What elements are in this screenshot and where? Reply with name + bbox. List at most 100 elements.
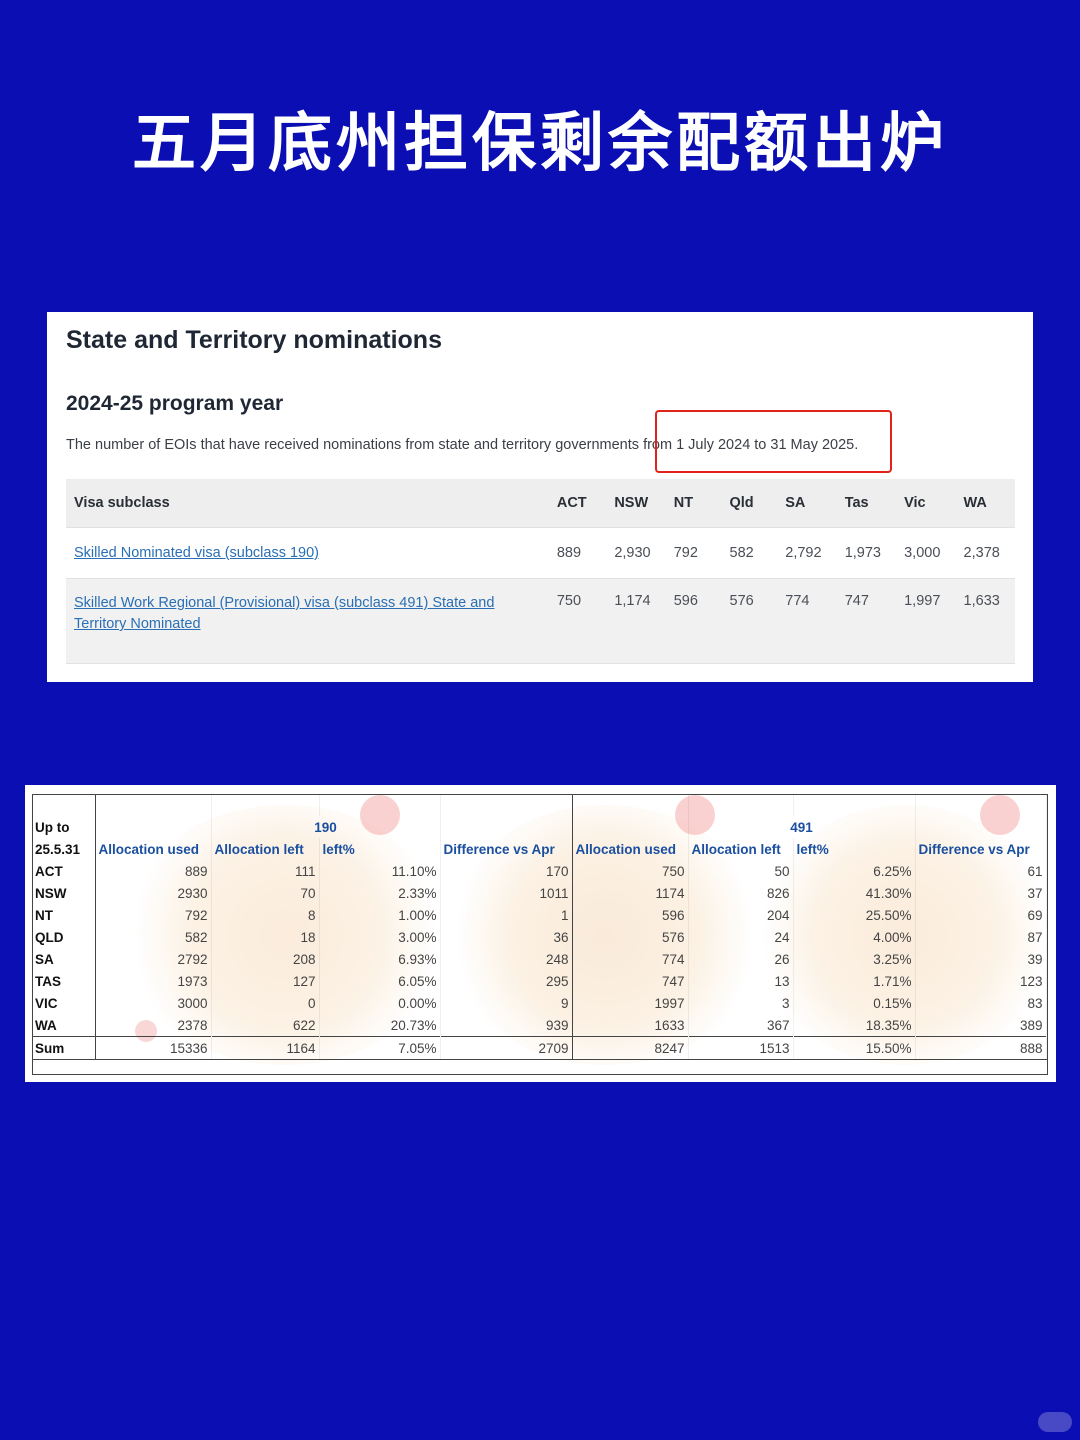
cell-value: 3 bbox=[688, 992, 794, 1014]
col-qld: Qld bbox=[721, 479, 778, 528]
cell-value: 939 bbox=[440, 1014, 573, 1037]
cell-value: 4.00% bbox=[793, 926, 916, 948]
col-act: ACT bbox=[548, 479, 607, 528]
state-label: NSW bbox=[32, 882, 96, 904]
state-label: VIC bbox=[32, 992, 96, 1014]
cell-value: 1,174 bbox=[606, 578, 666, 664]
cell-value: 2.33% bbox=[319, 882, 441, 904]
cell-value: 747 bbox=[572, 970, 689, 992]
cell-value: 2,378 bbox=[955, 527, 1015, 579]
table-row: Skilled Nominated visa (subclass 190) 88… bbox=[66, 527, 1015, 579]
cell-value: 70 bbox=[211, 882, 320, 904]
cell-value: 11.10% bbox=[319, 860, 441, 882]
state-label: ACT bbox=[32, 860, 96, 882]
header-left-percent-190: left% bbox=[319, 838, 441, 860]
group-491-label: 491 bbox=[688, 816, 916, 838]
cell-value: 2,930 bbox=[606, 527, 666, 579]
cell-value: 2930 bbox=[95, 882, 212, 904]
table-row: VIC 3000 0 0.00% 9 1997 3 0.15% 83 bbox=[32, 992, 1047, 1014]
cell-value: 1 bbox=[440, 904, 573, 926]
cell-value: 24 bbox=[688, 926, 794, 948]
header-difference-190: Difference vs Apr bbox=[440, 838, 573, 860]
col-wa: WA bbox=[955, 479, 1015, 528]
table-row: NT 792 8 1.00% 1 596 204 25.50% 69 bbox=[32, 904, 1047, 926]
cell-value: 2,792 bbox=[777, 527, 837, 579]
cell-value: 111 bbox=[211, 860, 320, 882]
cell-value: 826 bbox=[688, 882, 794, 904]
state-label: WA bbox=[32, 1014, 96, 1037]
table-row: Sum 15336 1164 7.05% 2709 8247 1513 15.50% 888 bbox=[32, 1036, 1047, 1060]
cell-value: 1,633 bbox=[955, 578, 1015, 664]
cell-value: 3,000 bbox=[896, 527, 956, 579]
col-nsw: NSW bbox=[606, 479, 666, 528]
cell-value: 1,973 bbox=[836, 527, 897, 579]
cell-value: 3.00% bbox=[319, 926, 441, 948]
page-title: 五月底州担保剩余配额出炉 bbox=[132, 107, 948, 181]
cell-value: 750 bbox=[572, 860, 689, 882]
corner-label-top: Up to bbox=[32, 816, 96, 838]
cell-value: 1.71% bbox=[793, 970, 916, 992]
nominations-card: State and Territory nominations 2024-25 … bbox=[47, 312, 1033, 682]
cell-value: 61 bbox=[915, 860, 1047, 882]
cell-value: 622 bbox=[211, 1014, 320, 1037]
allocation-body: ACT 889 111 11.10% 170 750 50 6.25% 61 NSW 2930 70 2… bbox=[32, 860, 1047, 1060]
cell-value: 888 bbox=[915, 1036, 1047, 1060]
nominations-heading: State and Territory nominations bbox=[66, 326, 442, 354]
table-row: TAS 1973 127 6.05% 295 747 13 1.71% 123 bbox=[32, 970, 1047, 992]
cell-value: 2792 bbox=[95, 948, 212, 970]
cell-value: 36 bbox=[440, 926, 573, 948]
table-row: QLD 582 18 3.00% 36 576 24 4.00% 87 bbox=[32, 926, 1047, 948]
subclass-190-link[interactable]: Skilled Nominated visa (subclass 190) bbox=[74, 545, 319, 561]
cell-value: 6.93% bbox=[319, 948, 441, 970]
program-year-heading: 2024-25 program year bbox=[66, 392, 284, 415]
cell-value: 3000 bbox=[95, 992, 212, 1014]
nominations-table: Visa subclass ACT NSW NT Qld SA Tas Vic … bbox=[66, 479, 1015, 664]
sheet-group-row: Up to 190 491 bbox=[32, 816, 1047, 838]
cell-value: 1973 bbox=[95, 970, 212, 992]
col-nt: NT bbox=[665, 479, 722, 528]
cell-value: 26 bbox=[688, 948, 794, 970]
cell-value: 9 bbox=[440, 992, 573, 1014]
table-row: NSW 2930 70 2.33% 1011 1174 826 41.30% 37 bbox=[32, 882, 1047, 904]
cell-value: 208 bbox=[211, 948, 320, 970]
cell-value: 50 bbox=[688, 860, 794, 882]
corner-label-bottom: 25.5.31 bbox=[32, 838, 96, 860]
cell-value: 582 bbox=[721, 527, 778, 579]
cell-value: 8 bbox=[211, 904, 320, 926]
col-tas: Tas bbox=[836, 479, 897, 528]
cell-value: 389 bbox=[915, 1014, 1047, 1037]
cell-value: 170 bbox=[440, 860, 573, 882]
cell-value: 596 bbox=[665, 578, 722, 664]
cell-value: 248 bbox=[440, 948, 573, 970]
header-allocation-used-190: Allocation used bbox=[95, 838, 212, 860]
cell-value: 576 bbox=[721, 578, 778, 664]
header-allocation-left-190: Allocation left bbox=[211, 838, 320, 860]
cell-value: 1011 bbox=[440, 882, 573, 904]
state-label: Sum bbox=[32, 1036, 96, 1060]
group-190-label: 190 bbox=[211, 816, 441, 838]
cell-value: 1164 bbox=[211, 1036, 320, 1060]
cell-value: 6.25% bbox=[793, 860, 916, 882]
header-difference-491: Difference vs Apr bbox=[915, 838, 1047, 860]
table-row: ACT 889 111 11.10% 170 750 50 6.25% 61 bbox=[32, 860, 1047, 882]
cell-value: 367 bbox=[688, 1014, 794, 1037]
cell-value: 15.50% bbox=[793, 1036, 916, 1060]
cell-value: 774 bbox=[572, 948, 689, 970]
cell-value: 37 bbox=[915, 882, 1047, 904]
sheet-spacer-row bbox=[32, 794, 1047, 816]
cell-value: 2709 bbox=[440, 1036, 573, 1060]
cell-value: 2378 bbox=[95, 1014, 212, 1037]
cell-value: 3.25% bbox=[793, 948, 916, 970]
cell-value: 39 bbox=[915, 948, 1047, 970]
cell-value: 69 bbox=[915, 904, 1047, 926]
table-row: Skilled Work Regional (Provisional) visa… bbox=[66, 578, 1015, 664]
col-vic: Vic bbox=[896, 479, 956, 528]
cell-value: 774 bbox=[777, 578, 837, 664]
cell-value: 792 bbox=[95, 904, 212, 926]
cell-value: 8247 bbox=[572, 1036, 689, 1060]
allocation-sheet: Up to 190 491 25.5.31 Allocation used Al… bbox=[25, 785, 1056, 1082]
nominations-header-row: Visa subclass ACT NSW NT Qld SA Tas Vic … bbox=[66, 479, 1015, 528]
subclass-491-link[interactable]: Skilled Work Regional (Provisional) visa… bbox=[74, 593, 514, 635]
cell-value: 41.30% bbox=[793, 882, 916, 904]
state-label: NT bbox=[32, 904, 96, 926]
